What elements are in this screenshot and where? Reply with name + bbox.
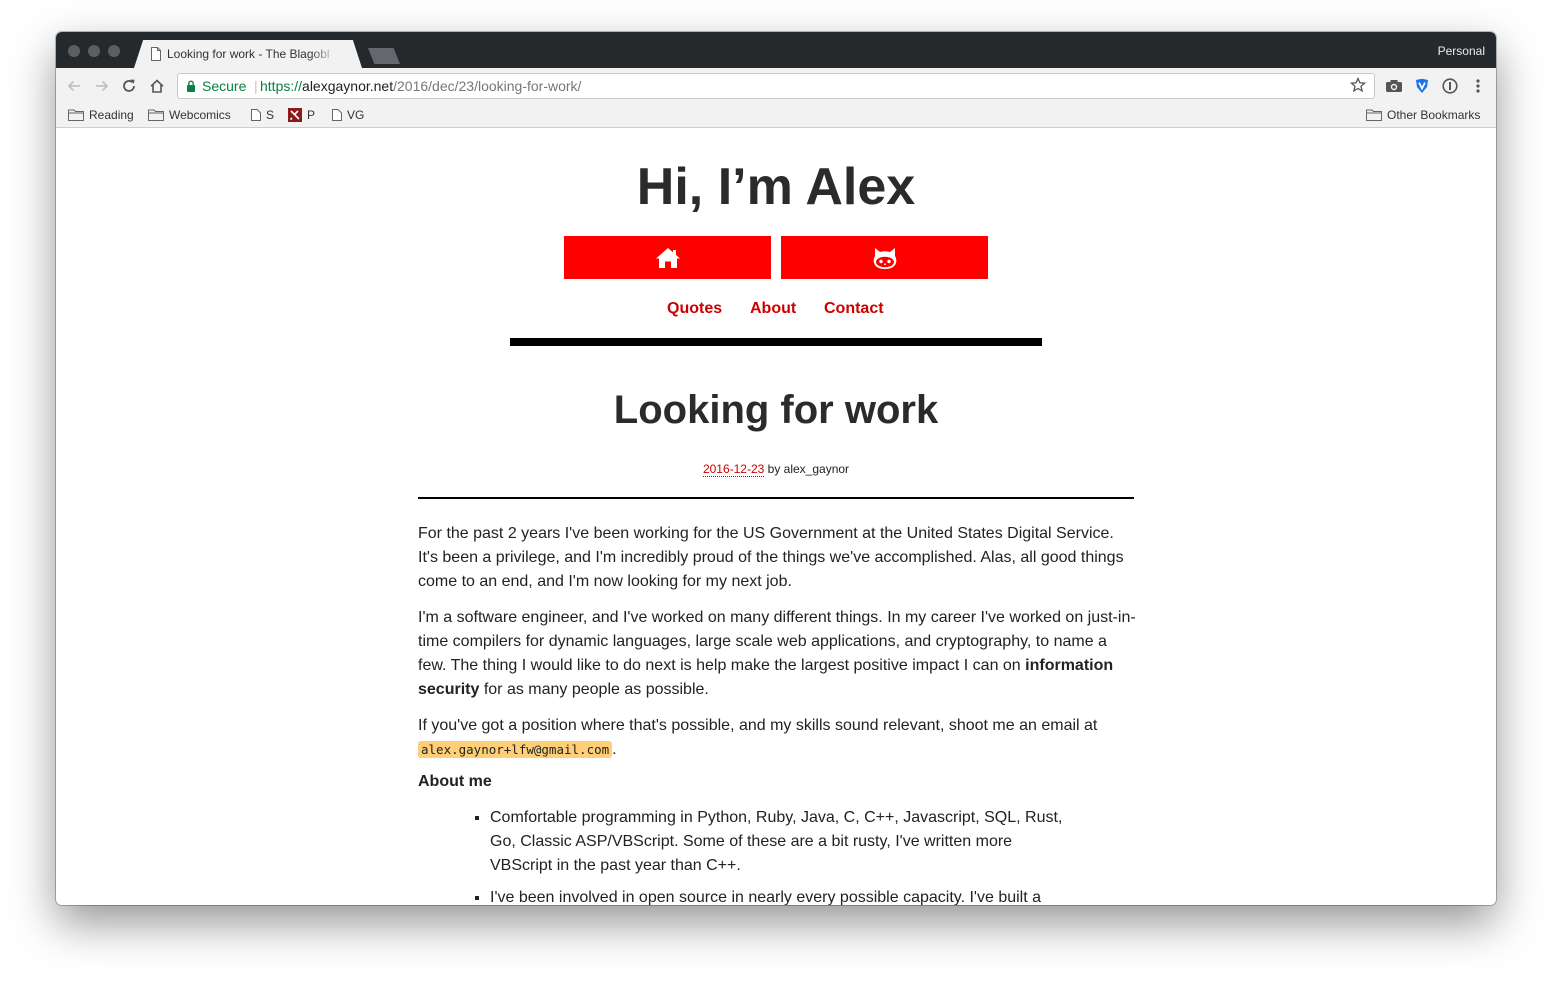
kebab-menu-icon: [1476, 79, 1480, 93]
title-bar: Looking for work - The Blagobl ✕ Persona…: [56, 32, 1496, 68]
bookmark-label: Webcomics: [169, 108, 231, 122]
address-bar[interactable]: Secure | https://alexgaynor.net/2016/dec…: [177, 73, 1375, 99]
paragraph-contact-text: If you've got a position where that's po…: [418, 717, 1098, 734]
github-icon: [873, 247, 896, 269]
bookmark-vg[interactable]: VG: [332, 108, 364, 122]
home-button[interactable]: [147, 76, 167, 96]
forward-button[interactable]: [92, 76, 112, 96]
bookmark-star-icon[interactable]: [1350, 77, 1366, 93]
github-link-button[interactable]: [781, 236, 988, 279]
password-extension-button[interactable]: [1441, 77, 1459, 95]
post-title: Looking for work: [613, 388, 939, 432]
other-bookmarks-folder[interactable]: Other Bookmarks: [1366, 108, 1480, 122]
paragraph-contact: If you've got a position where that's po…: [418, 714, 1136, 762]
shield-v-icon: [1416, 78, 1428, 93]
lock-icon: [187, 80, 195, 92]
folder-icon: [1366, 109, 1382, 121]
about-me-heading: About me: [418, 773, 492, 790]
nav-link-quotes[interactable]: Quotes: [667, 300, 722, 318]
browser-tab[interactable]: Looking for work - The Blagobl ✕: [134, 40, 362, 68]
page-content: Hi, I’m Alex Quotes About Contact Lookin…: [56, 128, 1496, 905]
url-host: alexgaynor.net: [302, 78, 394, 94]
paragraph-career-end: for as many people as possible.: [479, 681, 709, 698]
folder-icon: [68, 109, 84, 121]
url-text: https://alexgaynor.net/2016/dec/23/looki…: [260, 78, 581, 94]
post-date-link[interactable]: 2016-12-23: [702, 462, 765, 477]
paragraph-intro: For the past 2 years I've been working f…: [418, 525, 1124, 590]
tab-close-icon[interactable]: ✕: [420, 46, 431, 62]
post-body: For the past 2 years I've been working f…: [418, 522, 1136, 905]
url-scheme: https://: [260, 78, 303, 94]
site-title: Hi, I’m Alex: [636, 158, 916, 216]
header-divider: [510, 338, 1042, 346]
bookmark-label: P: [307, 108, 316, 122]
new-tab-button[interactable]: [368, 48, 400, 64]
bookmarks-bar: Reading Webcomics S P VG Other Bookmarks: [56, 104, 1496, 128]
back-button[interactable]: [64, 76, 84, 96]
bookmark-folder-reading[interactable]: Reading: [68, 108, 134, 122]
url-separator: |: [254, 78, 258, 94]
list-item: I've been involved in open source in nea…: [490, 886, 1070, 905]
url-path: /2016/dec/23/looking-for-work/: [393, 78, 582, 94]
bookmark-folder-webcomics[interactable]: Webcomics: [148, 108, 231, 122]
email-address[interactable]: alex.gaynor+lfw@gmail.com: [418, 741, 613, 758]
secure-label: Secure: [202, 78, 247, 94]
page-icon: [251, 109, 261, 121]
reload-button[interactable]: [119, 76, 139, 96]
nav-link-about[interactable]: About: [750, 300, 796, 318]
page-icon: [151, 47, 161, 61]
info-circle-icon: [1442, 78, 1458, 94]
list-item: Comfortable programming in Python, Ruby,…: [490, 806, 1070, 878]
post-meta: 2016-12-23 by alex_gaynor: [56, 462, 1496, 477]
bookmark-s[interactable]: S: [251, 108, 274, 122]
paragraph-career: I'm a software engineer, and I've worked…: [418, 606, 1136, 702]
pin-icon: [288, 108, 302, 122]
bookmark-p[interactable]: P: [288, 108, 315, 122]
browser-window: Looking for work - The Blagobl ✕ Persona…: [56, 32, 1496, 905]
bookmark-label: Reading: [89, 108, 134, 122]
folder-icon: [148, 109, 164, 121]
page-icon: [332, 109, 342, 121]
home-icon: [655, 247, 680, 268]
close-window-button[interactable]: [68, 45, 80, 57]
bookmark-label: S: [266, 108, 275, 122]
meta-divider: [418, 497, 1134, 499]
minimize-window-button[interactable]: [88, 45, 100, 57]
zoom-window-button[interactable]: [108, 45, 120, 57]
arrow-left-icon: [67, 80, 80, 92]
tab-title: Looking for work - The Blagobl: [167, 47, 330, 61]
bookmark-label: VG: [347, 108, 365, 122]
bookmark-label: Other Bookmarks: [1387, 108, 1481, 122]
profile-name[interactable]: Personal: [1438, 44, 1485, 58]
nav-link-contact[interactable]: Contact: [824, 300, 884, 318]
camera-extension-button[interactable]: [1385, 77, 1403, 95]
paragraph-contact-end: .: [612, 741, 617, 758]
vpn-extension-button[interactable]: [1413, 77, 1431, 95]
reload-icon: [123, 79, 135, 92]
post-byline: by alex_gaynor: [764, 462, 850, 476]
arrow-right-icon: [96, 80, 109, 92]
browser-toolbar: Secure | https://alexgaynor.net/2016/dec…: [56, 68, 1496, 104]
home-link-button[interactable]: [564, 236, 771, 279]
home-outline-icon: [150, 79, 164, 93]
browser-menu-button[interactable]: [1469, 77, 1487, 95]
about-me-list: Comfortable programming in Python, Ruby,…: [418, 806, 1070, 905]
camera-icon: [1386, 80, 1402, 92]
